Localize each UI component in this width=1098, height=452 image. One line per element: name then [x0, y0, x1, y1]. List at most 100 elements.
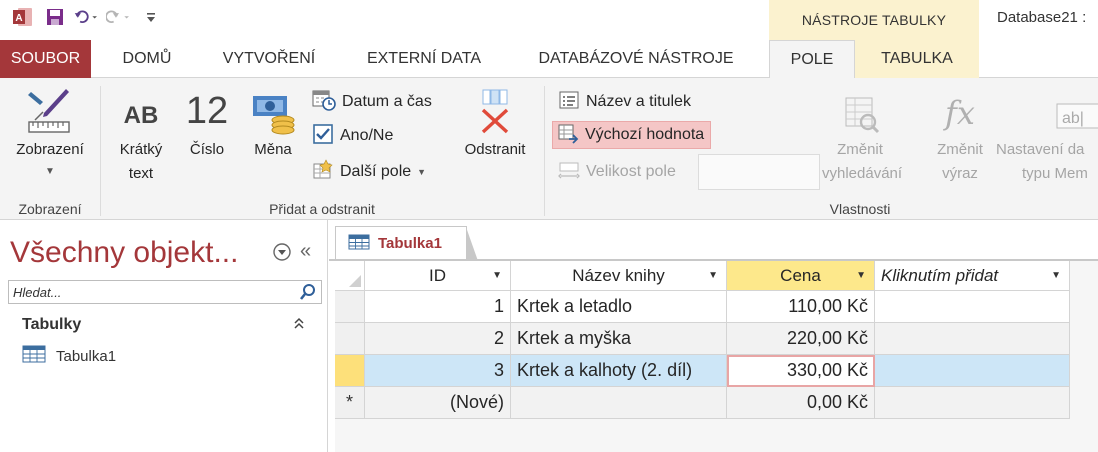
currency-icon	[242, 84, 304, 136]
tab-external-data[interactable]: EXTERNÍ DATA	[347, 40, 501, 78]
add-delete-group-label: Přidat a odstranit	[269, 201, 375, 217]
cell-price[interactable]: 110,00 Kč	[727, 291, 875, 323]
cell-add[interactable]	[875, 387, 1070, 419]
nav-section-tables[interactable]: Tabulky	[22, 316, 81, 334]
cell-book-name[interactable]: Krtek a kalhoty (2. díl)	[511, 355, 727, 387]
column-header-label: Cena	[780, 265, 821, 285]
currency-button[interactable]: Měna	[242, 84, 304, 162]
more-fields-button[interactable]: Další pole ▼	[308, 158, 432, 186]
column-dropdown-icon[interactable]: ▼	[708, 270, 718, 281]
cell-id[interactable]: 3	[365, 355, 511, 387]
field-size-icon	[558, 159, 580, 186]
tab-create[interactable]: VYTVOŘENÍ	[205, 40, 333, 78]
cell-book-name[interactable]	[511, 387, 727, 419]
tab-database-tools[interactable]: DATABÁZOVÉ NÁSTROJE	[516, 40, 756, 78]
short-text-button[interactable]: AB Krátký text	[108, 84, 174, 186]
cell-add[interactable]	[875, 355, 1070, 387]
access-logo-icon: A	[10, 4, 36, 30]
save-icon[interactable]	[42, 4, 68, 30]
nav-search-input[interactable]	[9, 281, 289, 303]
table-icon	[348, 234, 370, 254]
column-header-book-name[interactable]: Název knihy ▼	[511, 261, 727, 291]
column-header-label: Kliknutím přidat	[881, 265, 999, 285]
default-value-label: Výchozí hodnota	[585, 126, 705, 143]
number-icon-glyph: 12	[185, 90, 229, 132]
table-icon	[22, 345, 46, 367]
redo-icon[interactable]	[106, 4, 132, 30]
svg-text:ab|: ab|	[1062, 110, 1084, 127]
cell-add[interactable]	[875, 291, 1070, 323]
collapse-section-icon[interactable]	[292, 316, 306, 333]
tab-file[interactable]: SOUBOR	[0, 40, 91, 78]
modify-lookups-icon	[822, 84, 898, 136]
date-time-label: Datum a čas	[342, 93, 432, 110]
nav-pane-header[interactable]: Všechny objekt...	[10, 236, 238, 270]
cell-price[interactable]: 0,00 Kč	[727, 387, 875, 419]
column-dropdown-icon[interactable]: ▼	[1051, 270, 1061, 281]
table-row: 1 Krtek a letadlo 110,00 Kč	[335, 291, 1070, 323]
modify-expression-button[interactable]: fx Změnit výraz	[922, 84, 998, 186]
document-area: Tabulka1 ID ▼ Název knihy ▼ Cena ▼ Klikn…	[329, 220, 1098, 452]
ribbon: Zobrazení ▼ Zobrazení AB Krátký text 12 …	[0, 78, 1098, 220]
table-row-current: 3 Krtek a kalhoty (2. díl) 330,00 Kč	[335, 355, 1070, 387]
cell-id[interactable]: 2	[365, 323, 511, 355]
modify-lookups-label-line2: vyhledávání	[822, 165, 903, 182]
column-header-id[interactable]: ID ▼	[365, 261, 511, 291]
tab-home[interactable]: DOMŮ	[103, 40, 191, 78]
number-button[interactable]: 12 Číslo	[178, 84, 236, 162]
table-row: 2 Krtek a myška 220,00 Kč	[335, 323, 1070, 355]
tab-fields[interactable]: POLE	[769, 40, 855, 79]
row-selector[interactable]	[335, 291, 365, 323]
field-size-button[interactable]: Velikost pole	[554, 158, 682, 186]
nav-item-tabulka1[interactable]: Tabulka1	[22, 344, 116, 368]
tab-table[interactable]: TABULKA	[855, 40, 979, 78]
default-value-button[interactable]: Výchozí hodnota	[552, 121, 712, 149]
cell-book-name[interactable]: Krtek a letadlo	[511, 291, 727, 323]
select-all-corner[interactable]	[335, 261, 365, 291]
view-button[interactable]: Zobrazení ▼	[6, 84, 94, 182]
ribbon-separator	[544, 86, 545, 216]
nav-item-label: Tabulka1	[56, 347, 117, 365]
cell-price[interactable]: 220,00 Kč	[727, 323, 875, 355]
column-header-price[interactable]: Cena ▼	[727, 261, 875, 291]
svg-text:A: A	[15, 13, 22, 24]
cell-add[interactable]	[875, 323, 1070, 355]
ribbon-separator	[100, 86, 101, 216]
row-selector[interactable]	[335, 323, 365, 355]
short-text-label-line2: text	[128, 165, 154, 182]
number-label: Číslo	[189, 141, 225, 158]
column-header-click-to-add[interactable]: Kliknutím přidat ▼	[875, 261, 1070, 291]
modify-lookups-button[interactable]: Změnit vyhledávání	[822, 84, 903, 186]
nav-search-box[interactable]	[8, 280, 322, 304]
name-caption-button[interactable]: Název a titulek	[554, 88, 697, 116]
delete-field-button[interactable]: Odstranit	[452, 84, 538, 162]
delete-field-label: Odstranit	[464, 141, 526, 158]
customize-qat-icon[interactable]	[138, 4, 164, 30]
quick-access-toolbar: A	[10, 4, 164, 30]
short-text-icon: AB	[108, 84, 174, 136]
memo-settings-icon: ab|	[996, 84, 1098, 136]
date-time-button[interactable]: Datum a čas	[308, 88, 438, 116]
search-icon[interactable]	[297, 282, 319, 302]
row-selector[interactable]	[335, 355, 365, 387]
yes-no-button[interactable]: Ano/Ne	[308, 122, 399, 150]
delete-column-icon	[452, 84, 538, 136]
shutter-bar-close-icon[interactable]: «	[300, 240, 311, 263]
column-dropdown-icon[interactable]: ▼	[492, 270, 502, 281]
nav-menu-dropdown-icon[interactable]	[272, 242, 292, 268]
table-row-new: * (Nové) 0,00 Kč	[335, 387, 1070, 419]
cell-id[interactable]: 1	[365, 291, 511, 323]
document-tab-tabulka1[interactable]: Tabulka1	[335, 226, 478, 261]
field-size-label: Velikost pole	[586, 163, 676, 180]
ribbon-tabs: SOUBOR DOMŮ VYTVOŘENÍ EXTERNÍ DATA DATAB…	[0, 40, 1098, 79]
cell-id[interactable]: (Nové)	[365, 387, 511, 419]
undo-icon[interactable]	[74, 4, 100, 30]
cell-price-focused[interactable]: 330,00 Kč	[727, 355, 875, 387]
name-caption-icon	[558, 89, 580, 116]
field-size-input[interactable]	[698, 154, 820, 190]
cell-book-name[interactable]: Krtek a myška	[511, 323, 727, 355]
new-record-marker[interactable]: *	[335, 387, 365, 419]
column-dropdown-icon[interactable]: ▼	[856, 270, 866, 281]
memo-settings-button[interactable]: ab| Nastavení da typu Mem	[996, 84, 1098, 186]
memo-settings-label-line2: typu Mem	[1022, 165, 1088, 182]
